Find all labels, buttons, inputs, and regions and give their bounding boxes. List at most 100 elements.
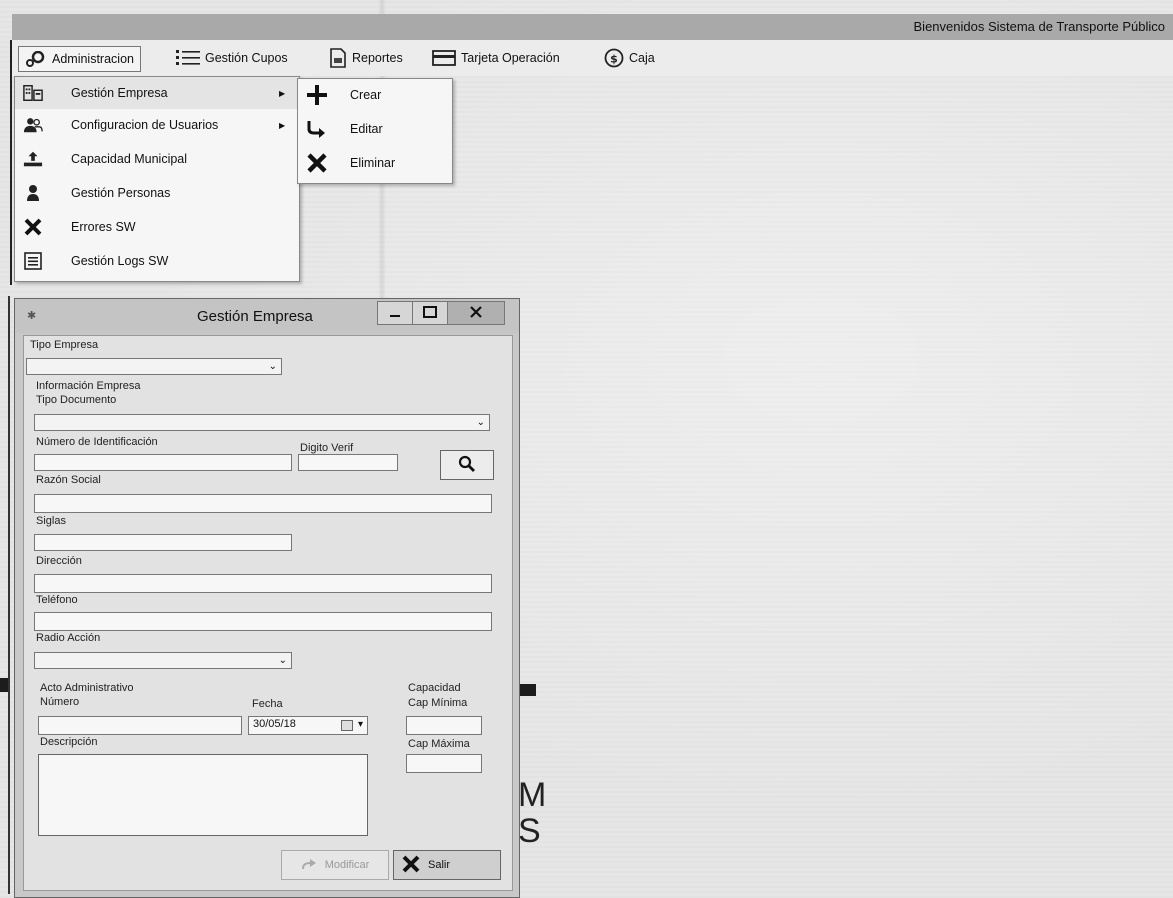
building-icon: [23, 83, 43, 103]
menu-item-label: Configuracion de Usuarios: [71, 118, 219, 132]
menu-tarjeta-operacion[interactable]: Tarjeta Operación: [432, 46, 560, 70]
menu-item-gestion-empresa[interactable]: Gestión Empresa ▶: [15, 77, 299, 109]
chevron-down-icon: ▾: [357, 719, 363, 730]
capacidad-heading: Capacidad: [408, 682, 461, 694]
dialog-title-bar[interactable]: ✱ Gestión Empresa: [15, 299, 519, 333]
chevron-down-icon: ⌄: [268, 361, 277, 372]
gestion-empresa-dialog: ✱ Gestión Empresa Tipo Empresa ⌄ Informa…: [14, 298, 520, 898]
radio-accion-label: Radio Acción: [36, 632, 101, 644]
modificar-label: Modificar: [324, 859, 370, 871]
menu-item-label: Errores SW: [71, 220, 136, 234]
submenu-item-crear[interactable]: Crear: [298, 79, 452, 111]
digito-verif-label: Digito Verif: [300, 442, 354, 454]
menu-item-gestion-personas[interactable]: Gestión Personas: [15, 177, 299, 209]
dialog-body: Tipo Empresa ⌄ Información Empresa Tipo …: [23, 335, 513, 891]
submenu-item-eliminar[interactable]: Eliminar: [298, 147, 452, 179]
calendar-icon: [341, 720, 353, 731]
modificar-button[interactable]: Modificar: [281, 850, 389, 880]
redo-arrow-icon: [306, 118, 328, 140]
maximize-button[interactable]: [412, 301, 448, 325]
menu-reportes[interactable]: Reportes: [329, 46, 403, 70]
numero-label: Número: [40, 696, 80, 708]
welcome-text: Bienvenidos Sistema de Transporte Públic…: [913, 19, 1165, 34]
menu-administracion[interactable]: Administracion: [18, 46, 141, 72]
close-button[interactable]: [447, 301, 505, 325]
plus-icon: [306, 84, 328, 106]
direccion-label: Dirección: [36, 555, 82, 567]
descripcion-label: Descripción: [40, 736, 98, 748]
salir-button[interactable]: Salir: [393, 850, 501, 880]
minimize-button[interactable]: [377, 301, 413, 325]
administracion-dropdown: Gestión Empresa ▶ Configuracion de Usuar…: [14, 76, 300, 282]
close-icon: [470, 305, 482, 321]
acto-administrativo-heading: Acto Administrativo: [40, 682, 134, 694]
background-bar: [520, 684, 536, 696]
gears-icon: [25, 51, 47, 67]
maximize-icon: [423, 305, 437, 321]
chevron-down-icon: ⌄: [476, 417, 485, 428]
menu-item-configuracion-usuarios[interactable]: Configuracion de Usuarios ▶: [15, 109, 299, 141]
menu-label: Tarjeta Operación: [461, 51, 560, 65]
background-bar: [0, 678, 8, 692]
app-title-bar: Bienvenidos Sistema de Transporte Públic…: [12, 14, 1173, 40]
redo-arrow-icon: [301, 858, 317, 873]
menubar: Administracion Gestión Cupos Reportes Ta…: [12, 40, 1173, 76]
direccion-input[interactable]: [34, 574, 492, 593]
submenu-item-label: Eliminar: [350, 156, 396, 170]
chevron-down-icon: ⌄: [278, 655, 287, 666]
menu-item-capacidad-municipal[interactable]: Capacidad Municipal: [15, 143, 299, 175]
menu-item-errores-sw[interactable]: Errores SW: [15, 211, 299, 243]
tipo-documento-label: Tipo Documento: [36, 394, 117, 406]
radio-accion-select[interactable]: ⌄: [34, 652, 292, 669]
telefono-input[interactable]: [34, 612, 492, 631]
list-icon: [176, 49, 200, 67]
numero-identificacion-label: Número de Identificación: [36, 436, 158, 448]
dialog-title: Gestión Empresa: [197, 308, 313, 325]
numero-input[interactable]: [38, 716, 242, 735]
search-button[interactable]: [440, 450, 494, 480]
cap-maxima-input[interactable]: [406, 754, 482, 773]
tipo-documento-select[interactable]: ⌄: [34, 414, 490, 431]
upload-icon: [23, 149, 43, 169]
digito-verif-input[interactable]: [298, 454, 398, 471]
gestion-empresa-submenu: Crear Editar Eliminar: [297, 78, 453, 184]
x-icon: [306, 152, 328, 174]
search-icon: [458, 455, 476, 476]
background-letter: S: [518, 812, 541, 850]
background-letter: M: [518, 776, 547, 814]
users-icon: [23, 115, 43, 135]
menu-gestion-cupos[interactable]: Gestión Cupos: [176, 46, 288, 70]
menu-item-label: Gestión Personas: [71, 186, 171, 200]
menu-label: Reportes: [352, 51, 403, 65]
tipo-empresa-select[interactable]: ⌄: [26, 358, 282, 375]
submenu-item-label: Crear: [350, 88, 382, 102]
report-icon: [329, 48, 347, 68]
person-icon: [23, 183, 43, 203]
siglas-input[interactable]: [34, 534, 292, 551]
telefono-label: Teléfono: [36, 594, 78, 606]
numero-identificacion-input[interactable]: [34, 454, 292, 471]
x-icon: [402, 855, 420, 876]
tipo-empresa-label: Tipo Empresa: [30, 339, 99, 351]
dollar-circle-icon: $: [604, 48, 624, 68]
descripcion-textarea[interactable]: [38, 754, 368, 836]
fecha-date-picker[interactable]: 30/05/18 ▾: [248, 716, 368, 735]
minimize-icon: [389, 306, 401, 321]
fecha-value: 30/05/18: [253, 718, 296, 730]
submenu-arrow-icon: ▶: [279, 88, 286, 98]
razon-social-input[interactable]: [34, 494, 492, 513]
info-empresa-heading: Información Empresa: [36, 380, 141, 392]
log-icon: [23, 251, 43, 271]
submenu-item-editar[interactable]: Editar: [298, 113, 452, 145]
svg-text:$: $: [610, 53, 618, 66]
menu-item-gestion-logs-sw[interactable]: Gestión Logs SW: [15, 245, 299, 277]
menu-label: Administracion: [52, 52, 134, 66]
menu-item-label: Gestión Logs SW: [71, 254, 169, 268]
x-icon: [23, 217, 43, 237]
menu-caja[interactable]: $ Caja: [604, 46, 655, 70]
cap-minima-input[interactable]: [406, 716, 482, 735]
submenu-arrow-icon: ▶: [279, 120, 286, 130]
cap-minima-label: Cap Mínima: [408, 697, 468, 709]
menu-item-label: Capacidad Municipal: [71, 152, 188, 166]
razon-social-label: Razón Social: [36, 474, 101, 486]
